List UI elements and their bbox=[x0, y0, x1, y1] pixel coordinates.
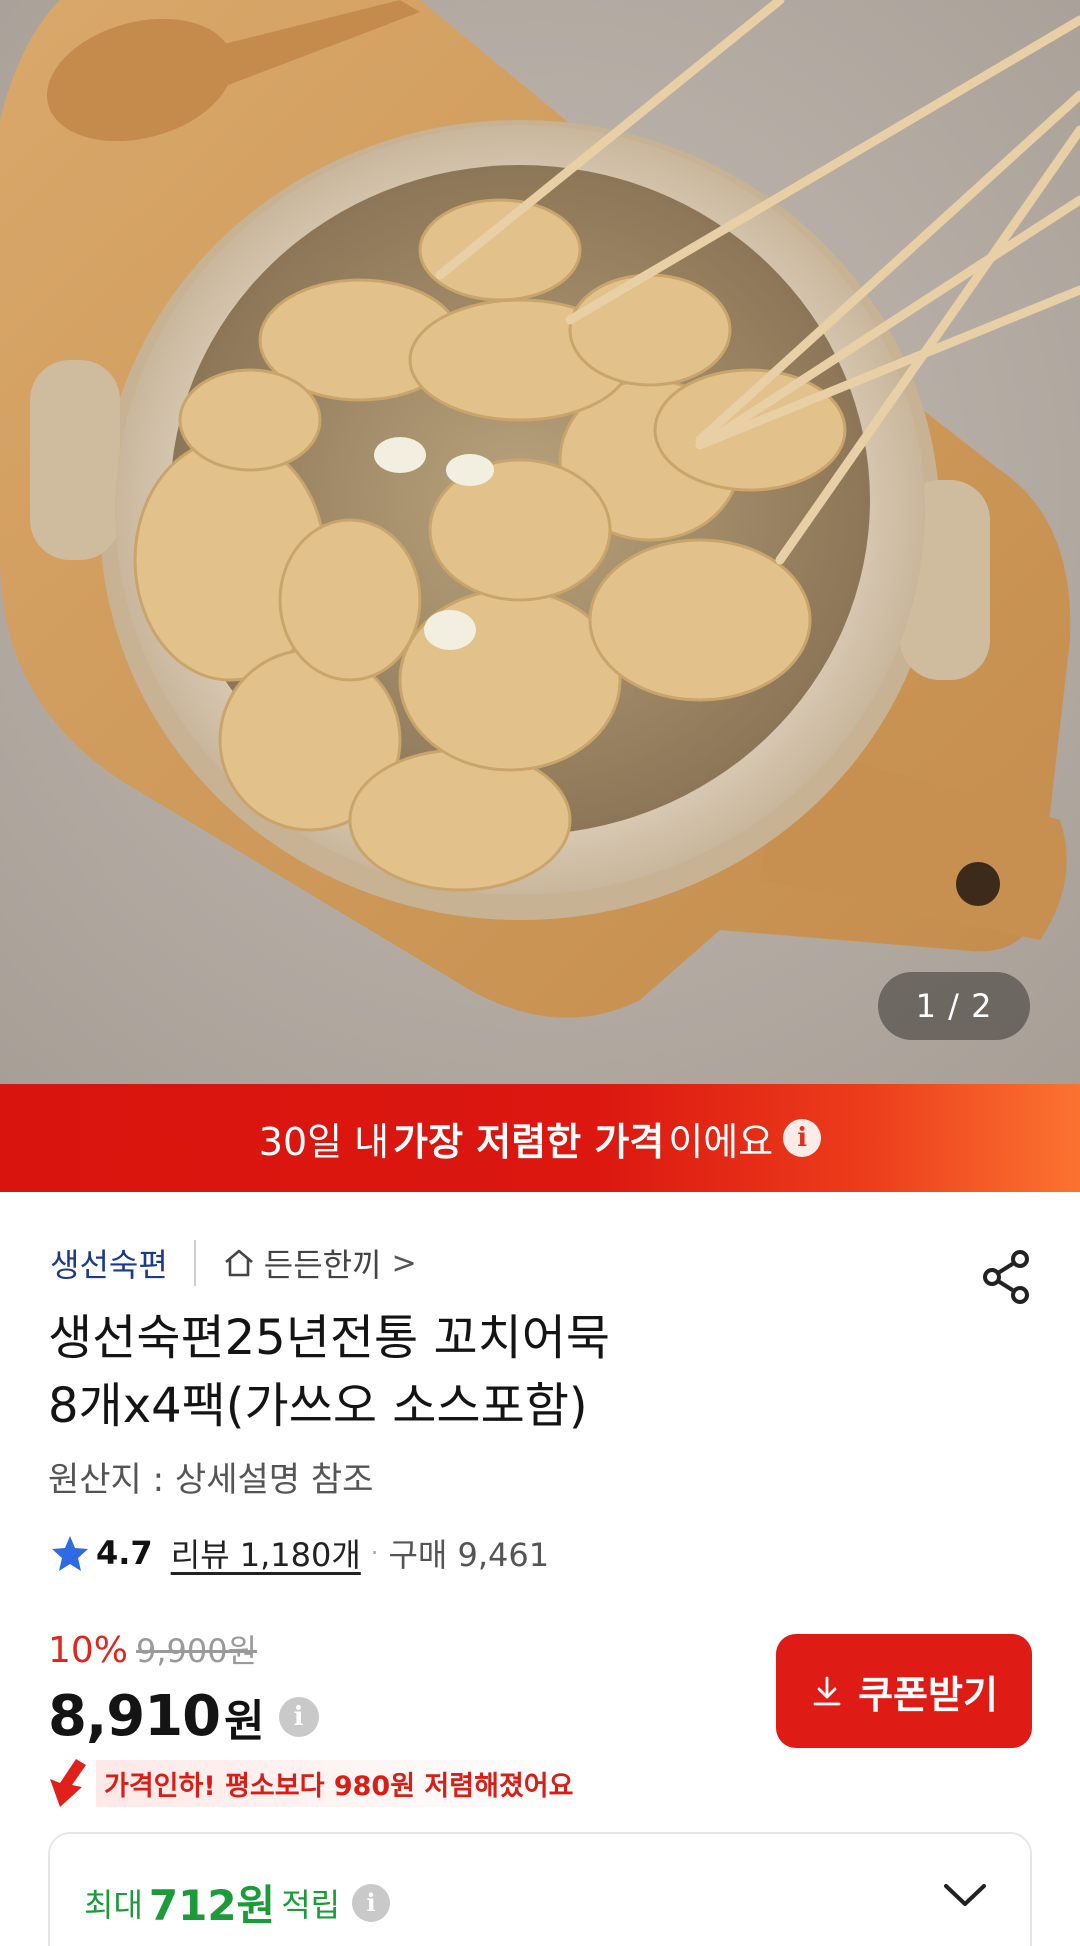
sale-price-unit: 원 bbox=[224, 1695, 265, 1747]
down-arrow-icon bbox=[50, 1759, 86, 1807]
info-icon[interactable]: i bbox=[278, 1696, 319, 1737]
price-drop-text: 가격인하! 평소보다 980원 저렴해졌어요 bbox=[96, 1759, 582, 1807]
share-icon[interactable] bbox=[980, 1248, 1034, 1306]
separator: · bbox=[370, 1539, 379, 1567]
original-price: 9,900원 bbox=[136, 1632, 258, 1670]
product-title: 생선숙편25년전통 꼬치어묵 8개x4팩(가쓰오 소스포함) bbox=[48, 1304, 948, 1440]
rating-value: 4.7 bbox=[96, 1534, 153, 1572]
price-row: 8,910 원 i bbox=[48, 1684, 319, 1749]
chevron-down-icon[interactable] bbox=[940, 1880, 990, 1910]
info-icon[interactable]: i bbox=[352, 1883, 391, 1922]
image-page-indicator: 1 / 2 bbox=[878, 972, 1030, 1040]
divider bbox=[193, 1240, 196, 1286]
info-icon[interactable]: i bbox=[783, 1119, 822, 1157]
seller-row: 생선숙편 든든한끼 > bbox=[50, 1240, 417, 1286]
sale-price: 8,910 bbox=[48, 1684, 221, 1749]
points-prefix: 최대 bbox=[84, 1885, 143, 1924]
product-title-line: 8개x4팩(가쓰오 소스포함) bbox=[48, 1378, 588, 1434]
promo-prefix: 30일 내 bbox=[258, 1119, 390, 1164]
product-image-gallery[interactable]: 1 / 2 bbox=[0, 0, 1080, 1084]
chevron-right-icon: > bbox=[391, 1245, 417, 1281]
star-icon bbox=[52, 1536, 88, 1571]
product-photo bbox=[0, 0, 1080, 1084]
seller-link[interactable]: 생선숙편 bbox=[50, 1240, 168, 1286]
purchase-count: 구매 9,461 bbox=[388, 1536, 550, 1574]
promo-suffix: 이에요 bbox=[668, 1119, 774, 1164]
origin-info: 원산지 : 상세설명 참조 bbox=[48, 1460, 374, 1500]
home-icon bbox=[224, 1249, 253, 1277]
lowest-price-banner[interactable]: 30일 내 가장 저렴한 가격 이에요 i bbox=[0, 1084, 1080, 1192]
get-coupon-button[interactable]: 쿠폰받기 bbox=[776, 1634, 1032, 1748]
price-drop-notice: 가격인하! 평소보다 980원 저렴해졌어요 bbox=[46, 1758, 582, 1808]
product-title-line: 생선숙편25년전통 꼬치어묵 bbox=[48, 1310, 611, 1366]
download-icon bbox=[813, 1676, 841, 1706]
review-count-link[interactable]: 리뷰 1,180개 bbox=[171, 1530, 361, 1576]
points-amount: 712원 bbox=[148, 1881, 276, 1930]
promo-highlight: 가장 저렴한 가격 bbox=[393, 1119, 665, 1164]
discount-rate: 10% bbox=[48, 1630, 129, 1671]
discount-row: 10% 9,900원 bbox=[48, 1626, 257, 1672]
points-accordion[interactable]: 최대 712원 적립 i bbox=[48, 1832, 1032, 1946]
collection-link[interactable]: 든든한끼 bbox=[264, 1240, 382, 1286]
get-coupon-label: 쿠폰받기 bbox=[858, 1672, 998, 1717]
rating-row: 4.7 리뷰 1,180개 · 구매 9,461 bbox=[50, 1530, 549, 1576]
points-summary: 최대 712원 적립 i bbox=[84, 1872, 391, 1933]
points-suffix: 적립 bbox=[281, 1885, 341, 1924]
